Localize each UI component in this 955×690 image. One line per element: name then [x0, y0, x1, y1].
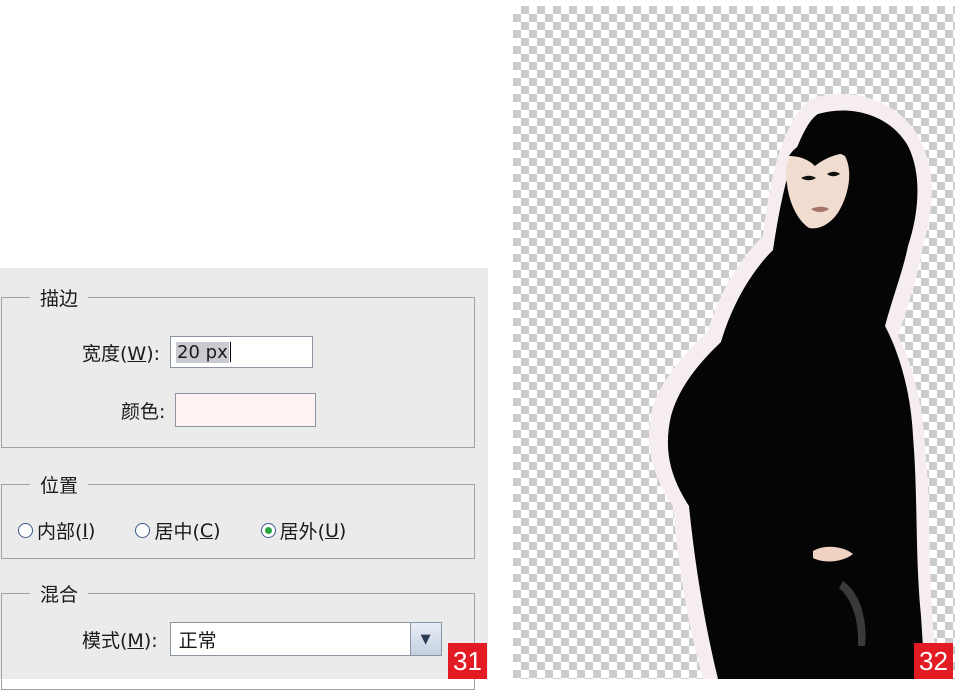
chevron-down-icon[interactable]: ▼ — [409, 623, 441, 655]
stroke-group-title: 描边 — [40, 288, 79, 310]
radio-inside[interactable]: 内部(I) — [18, 517, 95, 544]
mode-row: 模式(M): 正常 ▼ — [82, 622, 442, 656]
figure-number-32: 32 — [914, 643, 953, 679]
color-row: 颜色: — [121, 393, 317, 427]
position-options: 内部(I) 居中(C) 居外(U) — [18, 517, 386, 544]
radio-outside[interactable]: 居外(U) — [260, 517, 346, 544]
woman-silhouette-illustration — [649, 93, 938, 679]
color-swatch[interactable] — [175, 393, 317, 427]
radio-icon — [135, 523, 151, 538]
mode-label: 模式(M): — [82, 629, 158, 652]
blend-group-title: 混合 — [40, 584, 79, 606]
radio-center[interactable]: 居中(C) — [135, 517, 221, 544]
width-label: 宽度(W): — [82, 342, 161, 365]
layer-style-stroke-panel: 描边 宽度(W): 20 px 颜色: 位置 内部(I) 居中(C) 居外(U)… — [0, 268, 488, 690]
blend-mode-select[interactable]: 正常 ▼ — [169, 622, 442, 656]
figure-number-31: 31 — [448, 643, 487, 679]
position-group-title: 位置 — [40, 475, 79, 497]
position-group: 位置 — [1, 471, 475, 559]
radio-icon — [260, 523, 276, 538]
width-row: 宽度(W): 20 px — [82, 336, 314, 368]
radio-icon — [18, 523, 33, 538]
cutout-photo — [513, 6, 955, 679]
color-label: 颜色: — [121, 400, 166, 423]
width-input[interactable]: 20 px — [170, 336, 314, 368]
